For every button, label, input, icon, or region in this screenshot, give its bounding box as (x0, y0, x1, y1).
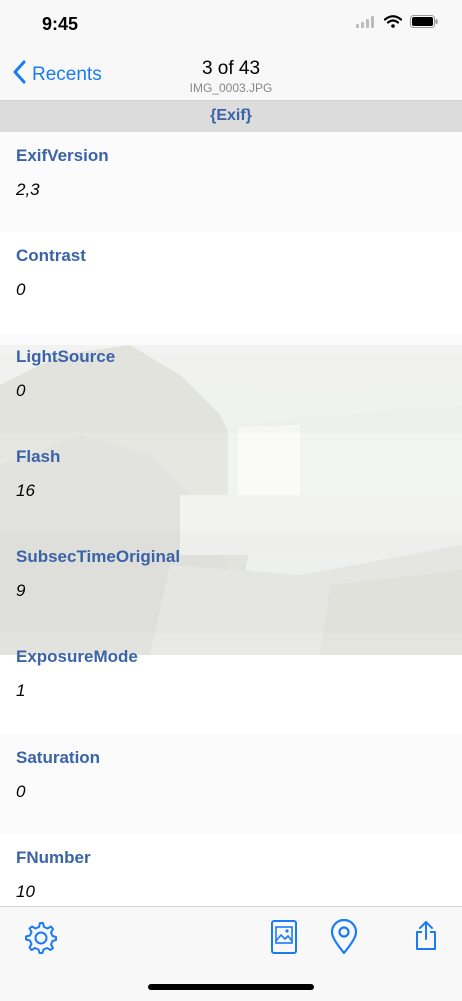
metadata-key: LightSource (16, 346, 116, 366)
list-item[interactable]: Saturation 0 (0, 733, 462, 835)
cellular-signal-icon (356, 15, 376, 33)
metadata-value: 0 (16, 380, 26, 400)
share-icon[interactable] (414, 919, 438, 956)
home-indicator (148, 984, 314, 990)
status-bar: 9:45 (0, 0, 462, 50)
list-item[interactable]: Flash 16 (0, 432, 462, 534)
metadata-key: ExposureMode (16, 647, 138, 667)
file-name: IMG_0003.JPG (189, 81, 273, 95)
metadata-value: 0 (16, 280, 26, 300)
location-pin-icon[interactable] (330, 918, 358, 960)
metadata-key: Flash (16, 446, 61, 466)
metadata-key: Saturation (16, 747, 101, 767)
metadata-value: 10 (16, 882, 35, 902)
metadata-value: 16 (16, 480, 35, 500)
metadata-value: 0 (16, 781, 26, 801)
list-item[interactable]: Contrast 0 (0, 232, 462, 333)
metadata-value: 9 (16, 581, 26, 601)
battery-icon (410, 15, 438, 33)
list-item[interactable]: ExposureMode 1 (0, 633, 462, 734)
metadata-list: ExifVersion 2,3 Contrast 0 LightSource 0… (0, 132, 462, 935)
navigation-bar: Recents 3 of 43 IMG_0003.JPG (0, 50, 462, 101)
photo-icon[interactable] (270, 919, 298, 960)
gear-icon[interactable] (22, 919, 58, 960)
metadata-key: ExifVersion (16, 146, 109, 165)
metadata-key: FNumber (16, 848, 91, 868)
metadata-value: 1 (16, 681, 26, 701)
list-item[interactable]: LightSource 0 (0, 332, 462, 433)
metadata-value: 2,3 (16, 180, 40, 199)
section-header-exif: {Exif} (0, 100, 462, 132)
status-time: 9:45 (42, 14, 79, 34)
list-item[interactable]: SubsecTimeOriginal 9 (0, 533, 462, 634)
metadata-key: Contrast (16, 246, 86, 266)
metadata-key: SubsecTimeOriginal (16, 547, 181, 567)
list-item[interactable]: ExifVersion 2,3 (0, 132, 462, 233)
page-title: 3 of 43 (201, 58, 261, 79)
wifi-icon (383, 15, 403, 33)
